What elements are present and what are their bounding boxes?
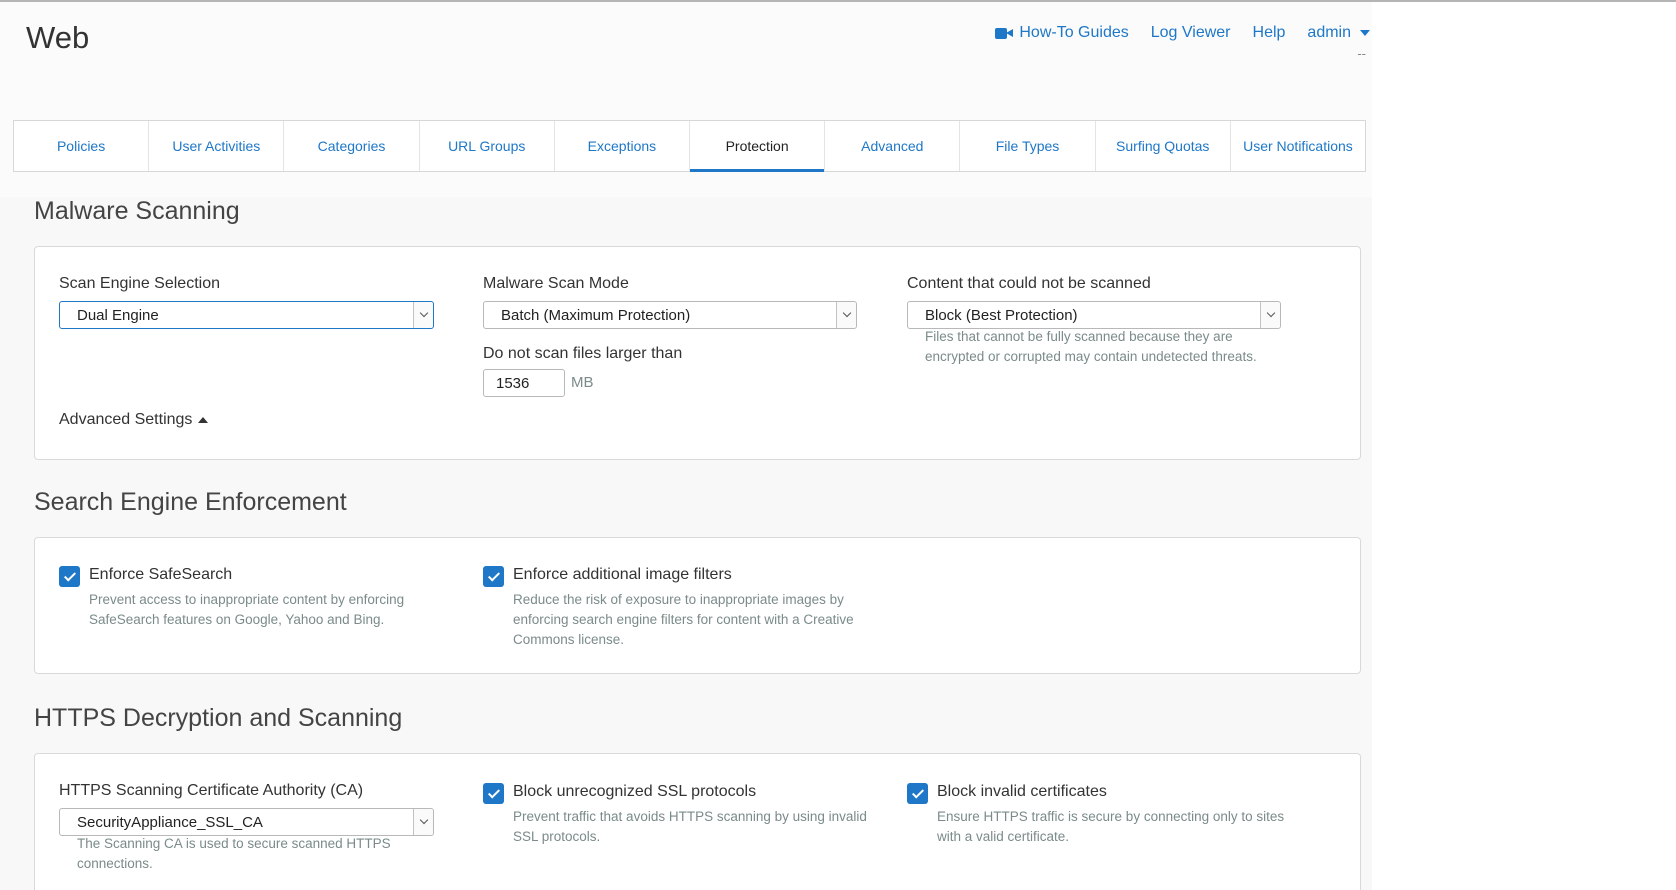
unscanned-content-label: Content that could not be scanned (907, 275, 1151, 292)
ca-label: HTTPS Scanning Certificate Authority (CA… (59, 782, 364, 799)
search-section-title: Search Engine Enforcement (34, 488, 347, 516)
admin-menu[interactable]: admin (1307, 24, 1370, 42)
admin-subtext: -- (1357, 46, 1366, 61)
tab-advanced[interactable]: Advanced (825, 121, 961, 171)
admin-label: admin (1307, 24, 1351, 41)
image-filters-help: Reduce the risk of exposure to inappropr… (513, 592, 854, 647)
tab-surfing-quotas[interactable]: Surfing Quotas (1096, 121, 1231, 171)
ca-select[interactable]: SecurityAppliance_SSL_CA (59, 808, 434, 836)
scan-engine-select[interactable]: Dual Engine (59, 301, 434, 329)
malware-section-title: Malware Scanning (34, 197, 240, 225)
checkmark-icon (487, 785, 500, 799)
chevron-down-icon (413, 302, 433, 328)
log-viewer-link[interactable]: Log Viewer (1151, 24, 1231, 42)
tab-bar: Policies User Activities Categories URL … (13, 120, 1366, 172)
how-to-guides-link[interactable]: How-To Guides (995, 24, 1129, 42)
malware-card: Scan Engine Selection Dual Engine Malwar… (34, 246, 1361, 460)
scan-mode-value: Batch (Maximum Protection) (501, 306, 691, 324)
how-to-guides-label: How-To Guides (1019, 24, 1129, 41)
help-link[interactable]: Help (1253, 24, 1286, 42)
tab-policies[interactable]: Policies (14, 121, 150, 171)
unscanned-content-help: Files that cannot be fully scanned becau… (925, 329, 1257, 364)
block-invalid-certs-label: Block invalid certificates (937, 783, 1107, 800)
chevron-down-icon (836, 302, 856, 328)
block-ssl-protocols-help: Prevent traffic that avoids HTTPS scanni… (513, 809, 867, 844)
enforce-safesearch-checkbox[interactable] (59, 566, 80, 587)
ca-value: SecurityAppliance_SSL_CA (77, 813, 263, 831)
caret-up-icon (198, 417, 209, 423)
page-body: Web How-To Guides Log Viewer Help admin … (0, 2, 1372, 890)
tab-user-activities[interactable]: User Activities (149, 121, 285, 171)
enforce-safesearch-label: Enforce SafeSearch (89, 566, 233, 583)
scan-engine-label: Scan Engine Selection (59, 275, 220, 292)
image-filters-checkbox[interactable] (483, 566, 504, 587)
search-card: Enforce SafeSearch Prevent access to ina… (34, 537, 1361, 674)
block-ssl-protocols-label: Block unrecognized SSL protocols (513, 783, 757, 800)
unscanned-content-value: Block (Best Protection) (925, 306, 1078, 324)
tab-protection[interactable]: Protection (690, 121, 826, 172)
tab-exceptions[interactable]: Exceptions (555, 121, 691, 171)
max-size-input[interactable]: 1536 (483, 369, 565, 397)
block-ssl-protocols-checkbox[interactable] (483, 783, 504, 804)
max-size-label: Do not scan files larger than (483, 345, 683, 362)
ca-help: The Scanning CA is used to secure scanne… (77, 836, 391, 871)
tab-categories[interactable]: Categories (284, 121, 420, 171)
scan-mode-select[interactable]: Batch (Maximum Protection) (483, 301, 857, 329)
scan-engine-value: Dual Engine (77, 306, 159, 324)
tab-url-groups[interactable]: URL Groups (420, 121, 555, 171)
https-section-title: HTTPS Decryption and Scanning (34, 704, 403, 732)
advanced-settings-label: Advanced Settings (59, 411, 193, 428)
https-card: HTTPS Scanning Certificate Authority (CA… (34, 753, 1361, 890)
page-title: Web (26, 20, 90, 55)
video-camera-icon (995, 27, 1014, 39)
checkmark-icon (63, 568, 76, 582)
tab-user-notifications[interactable]: User Notifications (1231, 121, 1365, 171)
enforce-safesearch-help: Prevent access to inappropriate content … (89, 592, 405, 627)
block-invalid-certs-help: Ensure HTTPS traffic is secure by connec… (937, 809, 1285, 844)
tab-file-types[interactable]: File Types (960, 121, 1096, 171)
advanced-settings-toggle[interactable]: Advanced Settings (59, 411, 209, 429)
scan-mode-label: Malware Scan Mode (483, 275, 629, 292)
chevron-down-icon (413, 809, 433, 835)
chevron-down-icon (1260, 302, 1280, 328)
unscanned-content-select[interactable]: Block (Best Protection) (907, 301, 1281, 329)
max-size-unit: MB (571, 374, 594, 391)
image-filters-label: Enforce additional image filters (513, 566, 732, 583)
block-invalid-certs-checkbox[interactable] (907, 783, 928, 804)
checkmark-icon (487, 568, 500, 582)
caret-down-icon (1360, 30, 1370, 36)
checkmark-icon (911, 785, 924, 799)
top-links: How-To Guides Log Viewer Help admin (995, 24, 1370, 42)
